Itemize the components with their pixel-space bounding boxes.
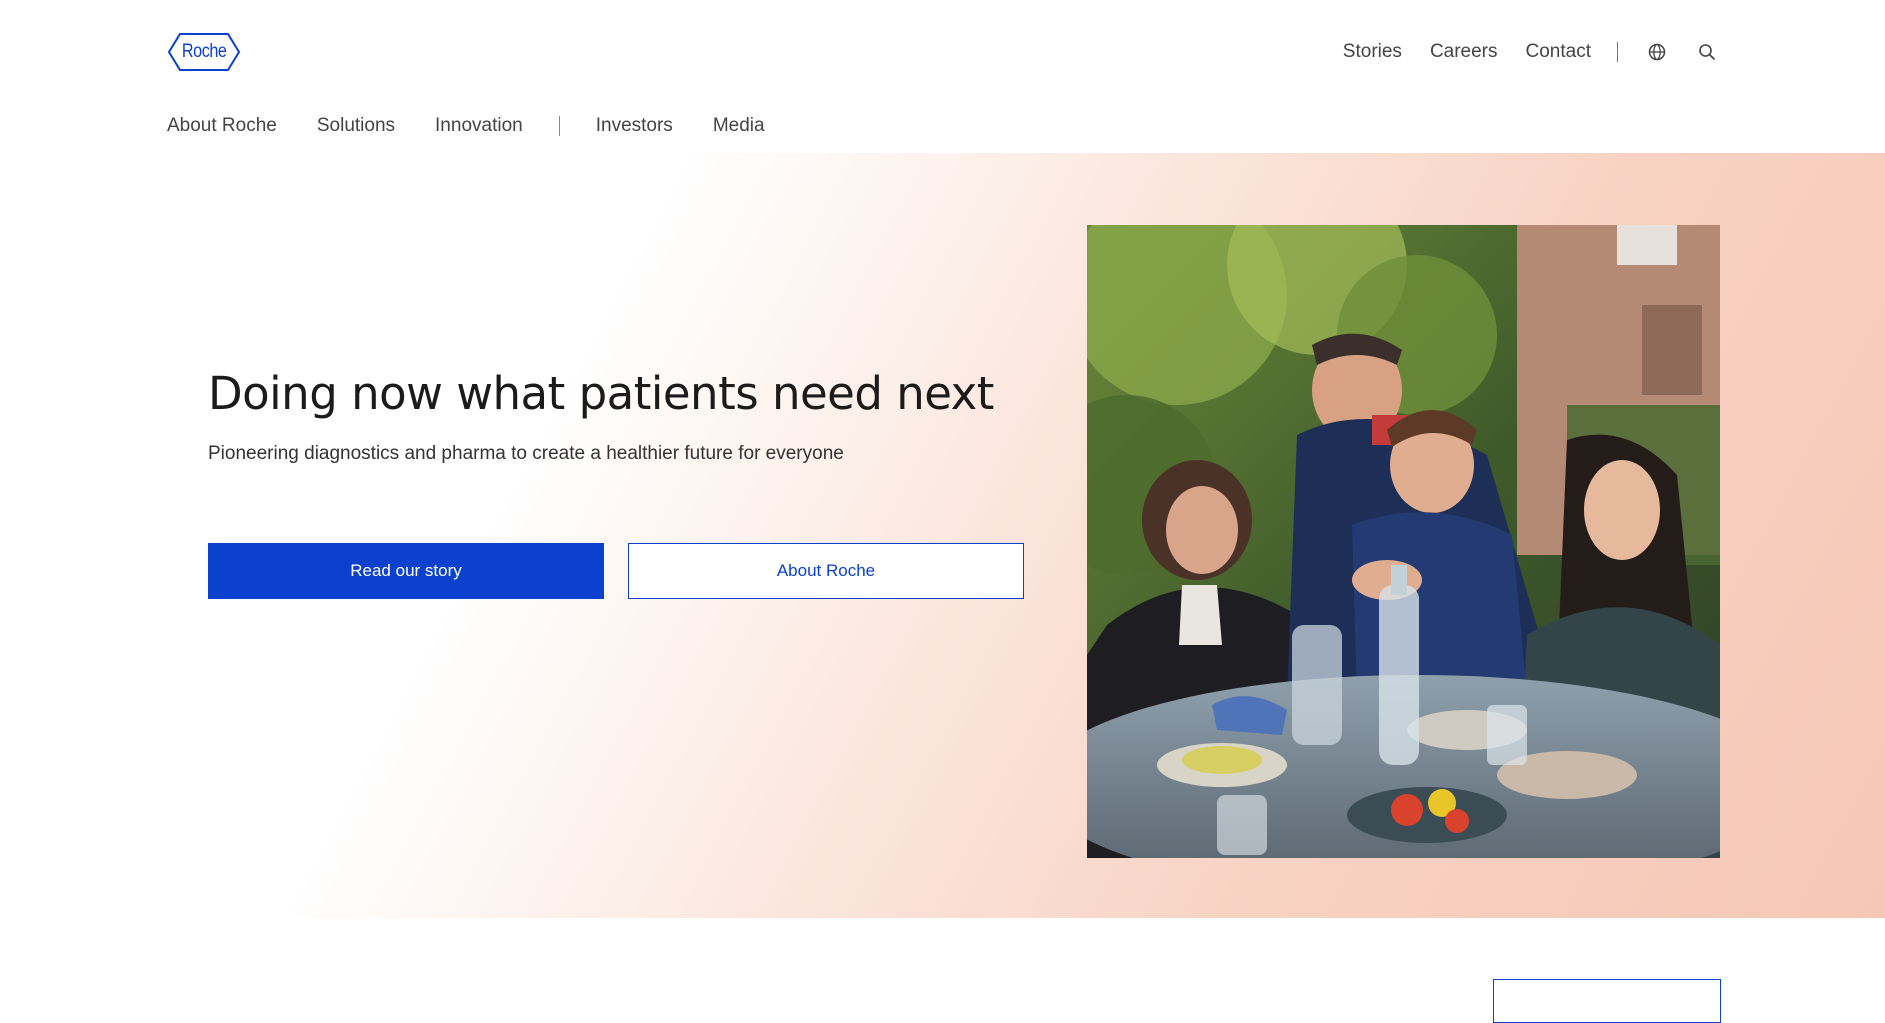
main-nav-divider [558, 116, 560, 136]
nav-link-investors[interactable]: Investors [596, 115, 673, 137]
nav-link-careers[interactable]: Careers [1430, 41, 1498, 63]
nav-link-innovation[interactable]: Innovation [435, 115, 523, 137]
hero-title: Doing now what patients need next [208, 367, 994, 420]
lower-section-button[interactable] [1493, 979, 1721, 1023]
search-icon[interactable] [1696, 41, 1718, 63]
nav-link-contact[interactable]: Contact [1526, 41, 1591, 63]
main-nav: About Roche Solutions Innovation Investo… [167, 112, 805, 140]
nav-link-stories[interactable]: Stories [1343, 41, 1402, 63]
utility-nav: Stories Careers Contact [1315, 36, 1718, 68]
logo-text: Roche [181, 41, 227, 62]
about-roche-button[interactable]: About Roche [628, 543, 1024, 599]
nav-link-about-roche[interactable]: About Roche [167, 115, 277, 137]
site-header: Roche Stories Careers Contact About Roch… [0, 0, 1885, 153]
read-our-story-button[interactable]: Read our story [208, 543, 604, 599]
nav-link-solutions[interactable]: Solutions [317, 115, 395, 137]
hero-image [1087, 225, 1720, 858]
nav-link-media[interactable]: Media [713, 115, 765, 137]
hero-subtitle: Pioneering diagnostics and pharma to cre… [208, 443, 844, 464]
globe-icon[interactable] [1646, 41, 1668, 63]
roche-logo[interactable]: Roche [167, 32, 241, 72]
family-photo-illustration [1087, 225, 1720, 858]
lower-section [0, 918, 1885, 1023]
hero-section: Doing now what patients need next Pionee… [0, 153, 1885, 918]
nav-divider [1617, 42, 1618, 62]
